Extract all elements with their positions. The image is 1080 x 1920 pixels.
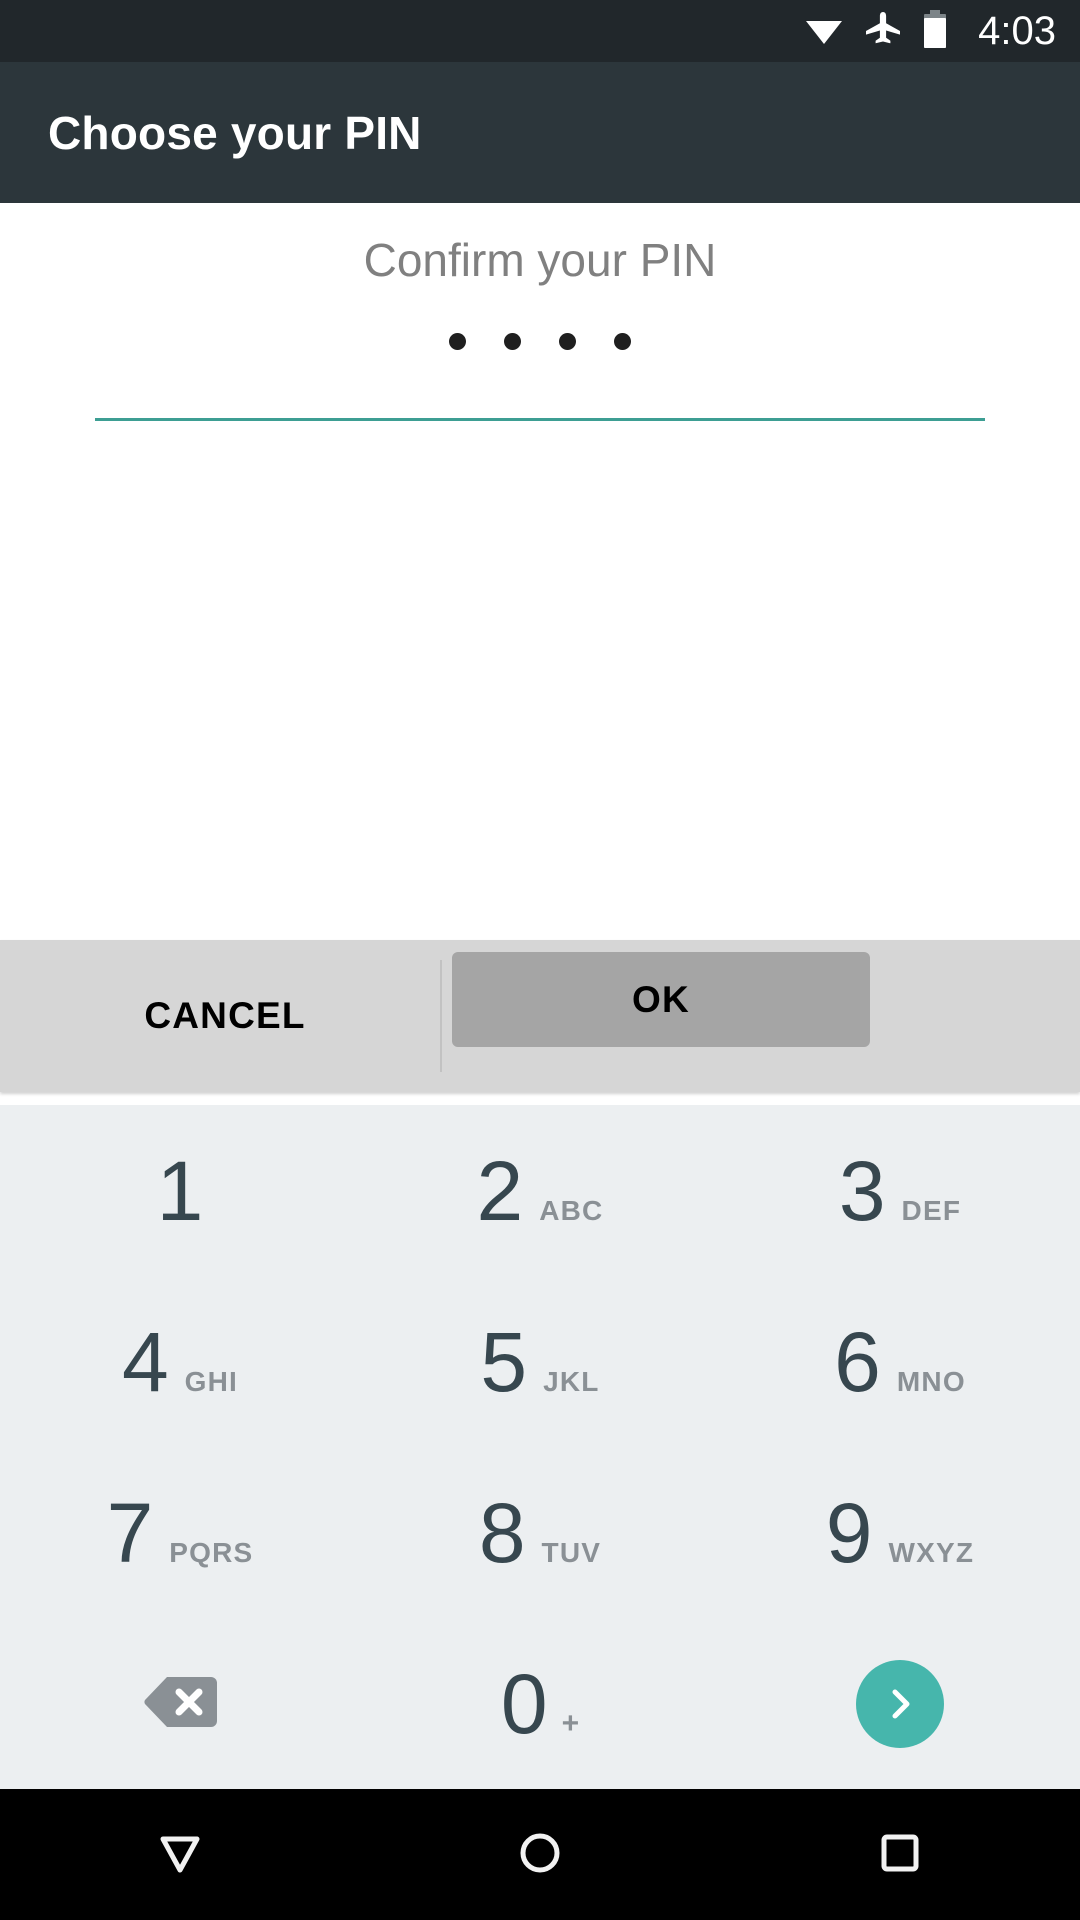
airplane-mode-icon xyxy=(864,10,902,53)
keypad-key-number: 2 xyxy=(476,1143,524,1238)
ok-button[interactable]: OK xyxy=(452,952,870,1047)
keypad-key-letters: DEF xyxy=(901,1194,962,1226)
keypad-key-6[interactable]: 6 MNO xyxy=(720,1276,1080,1447)
pin-dot xyxy=(504,333,521,350)
keypad-key-4[interactable]: 4 GHI xyxy=(0,1276,360,1447)
keypad-key-content: 6 MNO xyxy=(834,1320,966,1404)
keypad-key-content: 5 JKL xyxy=(480,1320,599,1404)
battery-icon xyxy=(922,9,948,54)
nav-home-button[interactable] xyxy=(360,1822,720,1887)
pin-prompt-label: Confirm your PIN xyxy=(363,234,717,286)
pin-dot xyxy=(449,333,466,350)
keypad-backspace-key[interactable] xyxy=(0,1618,360,1789)
android-pin-screen: 4:03 Choose your PIN Confirm your PIN CA… xyxy=(0,0,1080,1920)
keypad-key-content: 7 PQRS xyxy=(107,1491,254,1575)
keypad-key-content: 9 WXYZ xyxy=(826,1491,974,1575)
keypad-key-3[interactable]: 3 DEF xyxy=(720,1105,1080,1276)
keypad-key-letters: PQRS xyxy=(169,1536,254,1568)
keypad-key-letters: GHI xyxy=(184,1365,239,1397)
home-circle-icon xyxy=(509,1822,571,1887)
app-bar: Choose your PIN xyxy=(0,62,1080,203)
back-triangle-icon xyxy=(149,1822,211,1887)
keypad-key-content: 2 ABC xyxy=(477,1149,604,1233)
keypad-key-content: 1 xyxy=(157,1149,204,1233)
keypad-key-content: 0 + xyxy=(501,1662,579,1746)
enter-key-background xyxy=(856,1659,944,1748)
recents-square-icon xyxy=(869,1822,931,1887)
status-bar-icons: 4:03 xyxy=(804,9,1056,54)
pin-dots-display xyxy=(0,333,1080,350)
keypad-key-content: 3 DEF xyxy=(839,1149,961,1233)
keypad-key-number: 8 xyxy=(478,1485,526,1580)
pin-input-underline xyxy=(95,418,985,421)
keypad-key-letters: JKL xyxy=(543,1365,600,1397)
dialog-button-bar: CANCEL OK xyxy=(0,940,1080,1092)
status-bar-clock: 4:03 xyxy=(978,9,1056,53)
keypad-row: 0 + xyxy=(0,1618,1080,1789)
keypad-key-1[interactable]: 1 xyxy=(0,1105,360,1276)
nav-recents-button[interactable] xyxy=(720,1822,1080,1887)
cancel-button[interactable]: CANCEL xyxy=(10,945,440,1087)
keypad-key-letters: TUV xyxy=(541,1536,602,1568)
keypad-enter-key[interactable] xyxy=(720,1618,1080,1789)
keypad-key-number: 3 xyxy=(838,1143,886,1238)
pin-dot xyxy=(559,333,576,350)
keypad-key-number: 0 xyxy=(500,1656,548,1751)
page-title: Choose your PIN xyxy=(48,106,422,159)
status-bar: 4:03 xyxy=(0,0,1080,62)
keypad-key-9[interactable]: 9 WXYZ xyxy=(720,1447,1080,1618)
keypad-key-0[interactable]: 0 + xyxy=(360,1618,720,1789)
keypad-key-letters: ABC xyxy=(539,1194,604,1226)
keypad-key-7[interactable]: 7 PQRS xyxy=(0,1447,360,1618)
keypad-key-8[interactable]: 8 TUV xyxy=(360,1447,720,1618)
pin-content-area: Confirm your PIN xyxy=(0,203,1080,940)
keypad-key-5[interactable]: 5 JKL xyxy=(360,1276,720,1447)
keypad-key-letters: WXYZ xyxy=(888,1536,975,1568)
keypad-key-2[interactable]: 2 ABC xyxy=(360,1105,720,1276)
keypad-key-number: 9 xyxy=(825,1485,873,1580)
backspace-icon xyxy=(141,1671,219,1736)
keypad-row: 7 PQRS 8 TUV 9 WXYZ xyxy=(0,1447,1080,1618)
system-navigation-bar xyxy=(0,1789,1080,1920)
keypad-key-number: 7 xyxy=(106,1485,154,1580)
keypad-key-number: 4 xyxy=(121,1314,169,1409)
keypad-row: 4 GHI 5 JKL 6 MNO xyxy=(0,1276,1080,1447)
keypad-key-plus: + xyxy=(561,1706,580,1740)
numeric-keypad: 1 2 ABC 3 DEF 4 GHI 5 JKL 6 MNO 7 PQRS 8 TUV 9 WXYZ 0 + xyxy=(0,1105,1080,1789)
keypad-key-content: 4 GHI xyxy=(122,1320,238,1404)
keypad-key-letters: MNO xyxy=(896,1365,966,1397)
keypad-key-number: 5 xyxy=(480,1314,528,1409)
keypad-key-number: 1 xyxy=(156,1143,204,1238)
button-divider xyxy=(440,960,442,1072)
nav-back-button[interactable] xyxy=(0,1822,360,1887)
keypad-key-content: 8 TUV xyxy=(479,1491,601,1575)
pin-dot xyxy=(614,333,631,350)
wifi-icon xyxy=(804,13,844,50)
keypad-key-number: 6 xyxy=(834,1314,881,1409)
chevron-right-icon xyxy=(892,1689,910,1718)
keypad-row: 1 2 ABC 3 DEF xyxy=(0,1105,1080,1276)
